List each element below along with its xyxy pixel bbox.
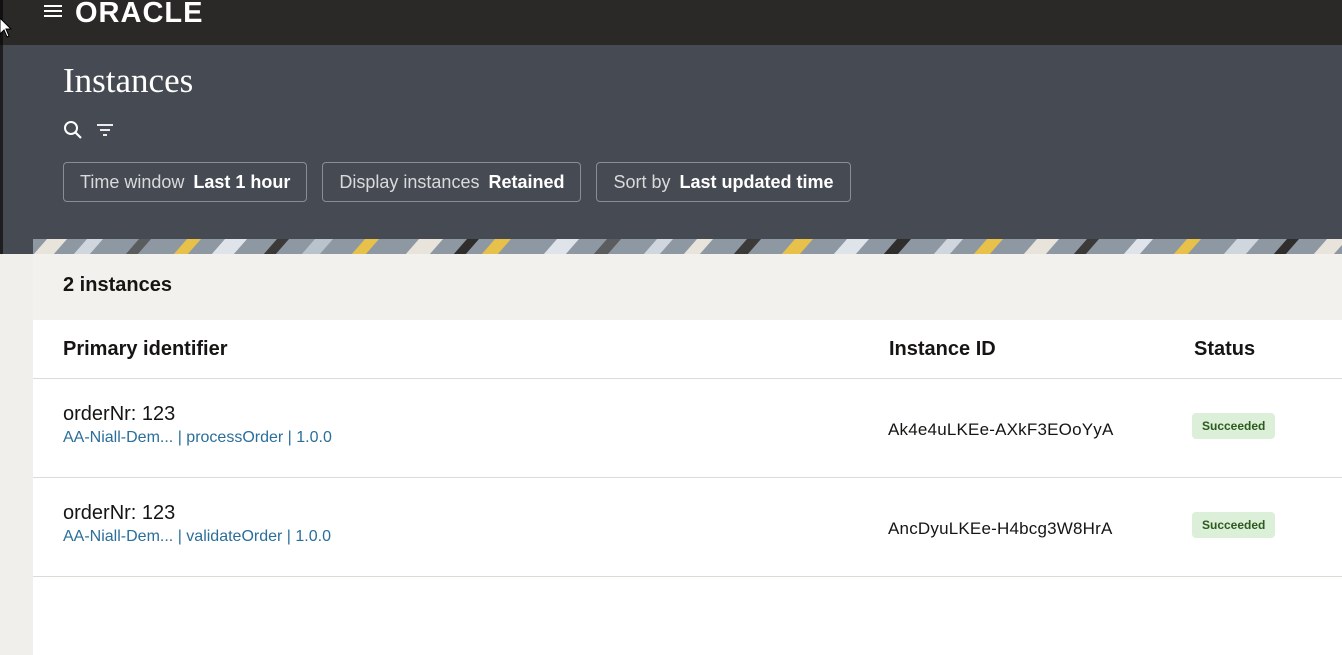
chip-value: Last 1 hour (193, 171, 291, 192)
display-instances-filter[interactable]: Display instances Retained (322, 162, 582, 202)
header-tools (63, 120, 115, 140)
primary-identifier: orderNr: 123 (63, 403, 176, 425)
column-header-primary-identifier[interactable]: Primary identifier (63, 338, 228, 361)
version: 1.0.0 (296, 429, 332, 446)
chip-label: Time window (80, 171, 185, 192)
table-row[interactable]: orderNr: 123 AA-Niall-Dem... | processOr… (33, 379, 1342, 478)
search-icon[interactable] (63, 120, 83, 140)
app-name: AA-Niall-Dem... (63, 528, 174, 545)
instance-count: 2 instances (33, 254, 1342, 320)
oracle-logo[interactable]: ORACLE (75, 0, 235, 33)
status-badge: Succeeded (1192, 413, 1276, 439)
instance-path-link[interactable]: AA-Niall-Dem... | processOrder | 1.0.0 (63, 429, 332, 447)
instance-path-link[interactable]: AA-Niall-Dem... | validateOrder | 1.0.0 (63, 528, 331, 546)
separator: | (177, 528, 182, 545)
table-header: Primary identifier Instance ID Status (33, 320, 1342, 379)
mouse-cursor-icon (0, 18, 12, 38)
page-title: Instances (63, 61, 194, 100)
app-name: AA-Niall-Dem... (63, 429, 174, 446)
separator: | (286, 528, 291, 545)
instance-id: AncDyuLKEe-H4bcg3W8HrA (888, 519, 1113, 538)
decorative-banner (33, 239, 1342, 255)
process-name: validateOrder (186, 528, 283, 545)
sort-by-filter[interactable]: Sort by Last updated time (596, 162, 851, 202)
left-decorative-strip (0, 254, 33, 655)
version: 1.0.0 (295, 528, 331, 545)
status-badge: Succeeded (1192, 512, 1276, 538)
separator: | (177, 429, 182, 446)
instances-table: Primary identifier Instance ID Status or… (33, 320, 1342, 655)
column-header-instance-id[interactable]: Instance ID (889, 338, 996, 361)
filter-chips: Time window Last 1 hour Display instance… (63, 162, 851, 202)
time-window-filter[interactable]: Time window Last 1 hour (63, 162, 308, 202)
hamburger-menu-icon[interactable] (44, 5, 62, 19)
chip-label: Sort by (613, 171, 671, 192)
chip-label: Display instances (339, 171, 480, 192)
process-name: processOrder (186, 429, 284, 446)
table-row[interactable]: orderNr: 123 AA-Niall-Dem... | validateO… (33, 478, 1342, 577)
top-bar: ORACLE (0, 0, 1342, 45)
primary-identifier: orderNr: 123 (63, 502, 176, 524)
filter-icon[interactable] (95, 120, 115, 140)
separator: | (287, 429, 292, 446)
page-header: Instances Time window Last 1 hour Displa… (0, 45, 1342, 254)
chip-value: Retained (488, 171, 565, 192)
column-header-status[interactable]: Status (1194, 338, 1255, 361)
svg-text:ORACLE: ORACLE (75, 0, 203, 28)
instance-id: Ak4e4uLKEe-AXkF3EOoYyA (888, 420, 1114, 439)
chip-value: Last updated time (679, 171, 834, 192)
